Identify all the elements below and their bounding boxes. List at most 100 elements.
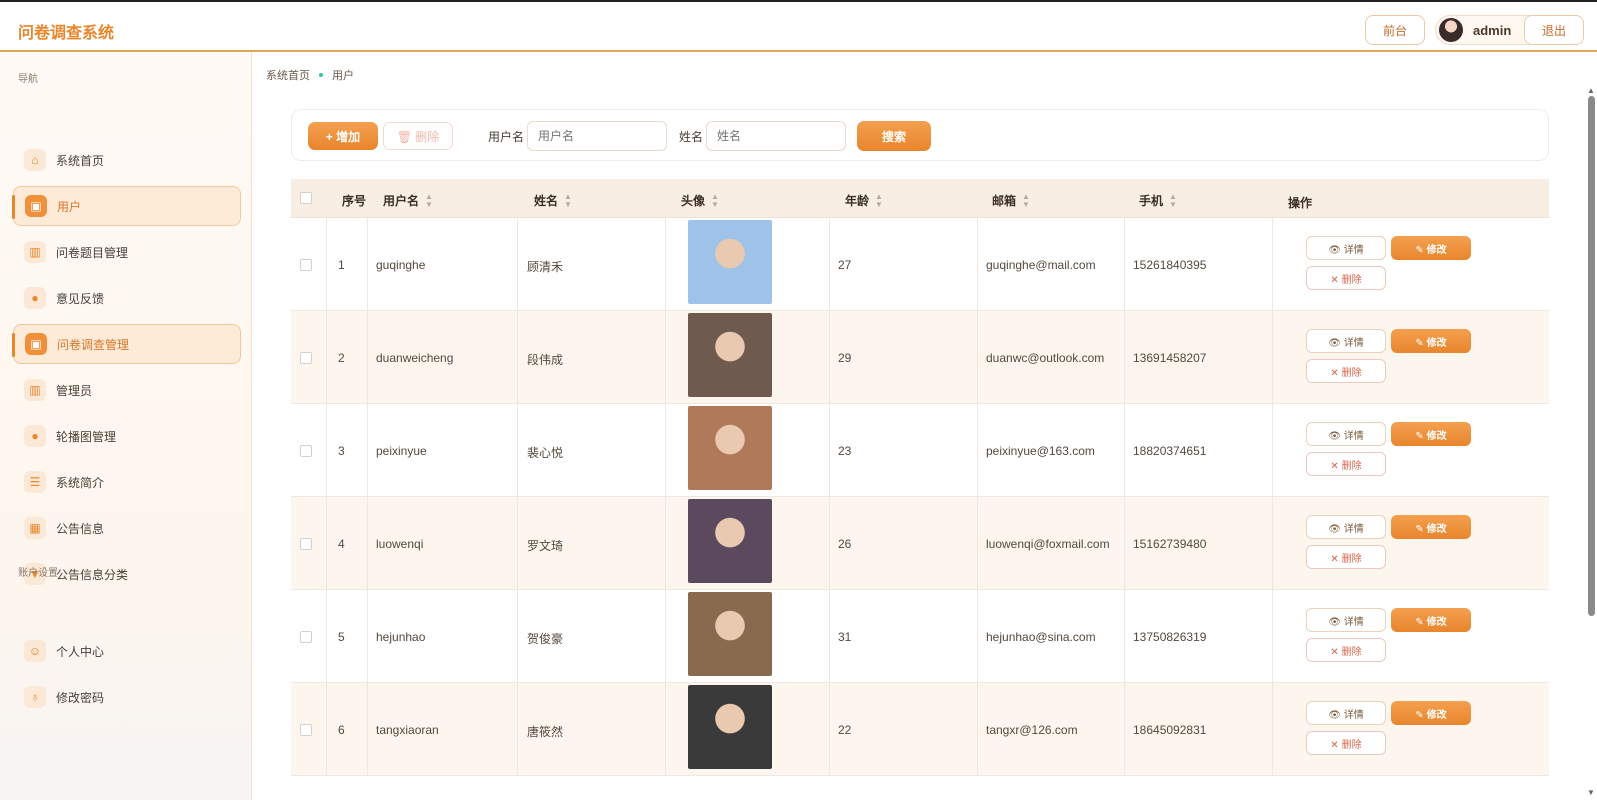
detail-button[interactable]: 👁 详情 <box>1306 515 1386 539</box>
cell-age: 23 <box>838 444 852 458</box>
sidebar-item-label: 公告信息分类 <box>56 567 129 582</box>
col-header-email[interactable]: 邮箱 ▲ ▼ <box>992 192 1030 209</box>
delete-button[interactable]: ✕ 删除 <box>1306 638 1386 662</box>
detail-button[interactable]: 👁 详情 <box>1306 608 1386 632</box>
sidebar-item-1[interactable]: ⌂ 系统首页 <box>13 140 241 180</box>
edit-button[interactable]: ✎ 修改 <box>1391 422 1471 446</box>
name-filter-label: 姓名 <box>679 130 704 144</box>
cell-email: guqinghe@mail.com <box>986 258 1096 272</box>
cell-no: 6 <box>338 723 345 737</box>
app-title: 问卷调查系统 <box>18 25 115 42</box>
logout-button[interactable]: 退出 <box>1524 15 1584 45</box>
sidebar-item-9[interactable]: ▦ 公告信息 <box>13 508 241 548</box>
search-button[interactable]: 搜索 <box>857 121 931 151</box>
avatar[interactable] <box>688 685 772 769</box>
avatar[interactable] <box>688 499 772 583</box>
sidebar-item-2[interactable]: ▣ 用户 <box>12 186 241 226</box>
sidebar-item-6[interactable]: ▥ 管理员 <box>13 370 241 410</box>
sidebar-item-7[interactable]: ● 轮播图管理 <box>13 416 241 456</box>
briefcase-icon: ▣ <box>25 333 47 355</box>
sort-icon: ▲ ▼ <box>564 191 572 209</box>
col-header-age[interactable]: 年龄 ▲ ▼ <box>845 192 883 209</box>
row-checkbox[interactable] <box>300 631 312 643</box>
table-row: 5 hejunhao 贺俊豪 31 hejunhao@sina.com 137508263… <box>291 590 1549 683</box>
cell-no: 5 <box>338 630 345 644</box>
delete-button[interactable]: ✕ 删除 <box>1306 545 1386 569</box>
breadcrumb-home[interactable]: 系统首页 <box>266 67 310 83</box>
cell-email: hejunhao@sina.com <box>986 630 1096 644</box>
table-header: 序号 用户名 ▲ ▼ 姓名 ▲ ▼ 头像 ▲ ▼ 年龄 ▲ ▼ 邮箱 ▲ ▼ 手机 ▲ ▼ 操作 <box>291 179 1549 218</box>
cell-name: 唐筱然 <box>527 725 564 739</box>
col-header-name[interactable]: 姓名 ▲ ▼ <box>534 192 572 209</box>
edit-button[interactable]: ✎ 修改 <box>1391 329 1471 353</box>
select-all-checkbox[interactable] <box>300 192 312 204</box>
table-row: 3 peixinyue 裴心悦 23 peixinyue@163.com 18820374… <box>291 404 1549 497</box>
cell-username: tangxiaoran <box>376 723 439 737</box>
cell-email: peixinyue@163.com <box>986 444 1095 458</box>
scrollbar-thumb[interactable] <box>1588 96 1595 616</box>
sidebar-item-4[interactable]: ● 意见反馈 <box>13 278 241 318</box>
delete-button[interactable]: ✕ 删除 <box>1306 452 1386 476</box>
col-header-phone[interactable]: 手机 ▲ ▼ <box>1139 192 1177 209</box>
bar-chart-icon: ▥ <box>24 379 46 401</box>
sidebar-item-label: 问卷调查管理 <box>57 337 130 352</box>
briefcase-icon: ▣ <box>25 195 47 217</box>
scroll-up-arrow[interactable]: ▲ <box>1587 86 1595 95</box>
row-checkbox[interactable] <box>300 538 312 550</box>
scroll-down-arrow[interactable]: ▼ <box>1587 788 1595 797</box>
sidebar-item-8[interactable]: ☰ 系统简介 <box>13 462 241 502</box>
cell-no: 2 <box>338 351 345 365</box>
user-table: 序号 用户名 ▲ ▼ 姓名 ▲ ▼ 头像 ▲ ▼ 年龄 ▲ ▼ 邮箱 ▲ ▼ 手机 ▲ ▼ 操作 1 gu… <box>291 179 1549 776</box>
edit-button[interactable]: ✎ 修改 <box>1391 608 1471 632</box>
cell-email: tangxr@126.com <box>986 723 1078 737</box>
search-toolbar: + 增加 🗑 删除 用户名 姓名 搜索 <box>291 109 1549 161</box>
row-checkbox[interactable] <box>300 724 312 736</box>
edit-button[interactable]: ✎ 修改 <box>1391 701 1471 725</box>
name-search-input[interactable] <box>706 121 846 151</box>
detail-button[interactable]: 👁 详情 <box>1306 701 1386 725</box>
cell-phone: 13750826319 <box>1133 630 1207 644</box>
sidebar-account-item-1[interactable]: ☺ 个人中心 <box>13 631 241 671</box>
user-name: admin <box>1473 22 1512 38</box>
row-checkbox[interactable] <box>300 259 312 271</box>
delete-button[interactable]: ✕ 删除 <box>1306 359 1386 383</box>
avatar[interactable] <box>688 220 772 304</box>
detail-button[interactable]: 👁 详情 <box>1306 329 1386 353</box>
avatar[interactable] <box>688 313 772 397</box>
sidebar-account-item-2[interactable]: ♁ 修改密码 <box>13 677 241 717</box>
cell-name: 罗文琦 <box>527 539 564 553</box>
delete-button[interactable]: ✕ 删除 <box>1306 266 1386 290</box>
batch-delete-button[interactable]: 🗑 删除 <box>383 122 453 150</box>
edit-button[interactable]: ✎ 修改 <box>1391 236 1471 260</box>
sidebar-item-3[interactable]: ▥ 问卷题目管理 <box>13 232 241 272</box>
nav-section-label: 导航 <box>18 74 38 85</box>
sort-icon: ▲ ▼ <box>425 191 433 209</box>
breadcrumb-separator <box>319 73 323 77</box>
detail-button[interactable]: 👁 详情 <box>1306 236 1386 260</box>
front-button[interactable]: 前台 <box>1365 15 1425 45</box>
cell-no: 4 <box>338 537 345 551</box>
row-checkbox[interactable] <box>300 445 312 457</box>
avatar[interactable] <box>688 592 772 676</box>
avatar[interactable] <box>688 406 772 490</box>
breadcrumb-current: 用户 <box>332 70 354 82</box>
col-header-avatar[interactable]: 头像 ▲ ▼ <box>681 192 719 209</box>
sidebar-item-label: 管理员 <box>56 383 93 398</box>
cell-name: 裴心悦 <box>527 446 564 460</box>
breadcrumb: 系统首页 用户 <box>266 67 354 83</box>
cell-username: peixinyue <box>376 444 427 458</box>
username-search-input[interactable] <box>527 121 667 151</box>
edit-button[interactable]: ✎ 修改 <box>1391 515 1471 539</box>
delete-button[interactable]: ✕ 删除 <box>1306 731 1386 755</box>
person-icon: ☺ <box>24 640 46 662</box>
cell-age: 26 <box>838 537 852 551</box>
sidebar-item-5[interactable]: ▣ 问卷调查管理 <box>12 324 241 364</box>
col-header-no: 序号 <box>342 194 367 208</box>
detail-button[interactable]: 👁 详情 <box>1306 422 1386 446</box>
sidebar-item-label: 用户 <box>57 199 82 214</box>
col-header-username[interactable]: 用户名 ▲ ▼ <box>383 192 433 209</box>
add-button[interactable]: + 增加 <box>308 122 378 150</box>
row-checkbox[interactable] <box>300 352 312 364</box>
sort-icon: ▲ ▼ <box>875 191 883 209</box>
sidebar-item-label: 个人中心 <box>56 644 105 659</box>
